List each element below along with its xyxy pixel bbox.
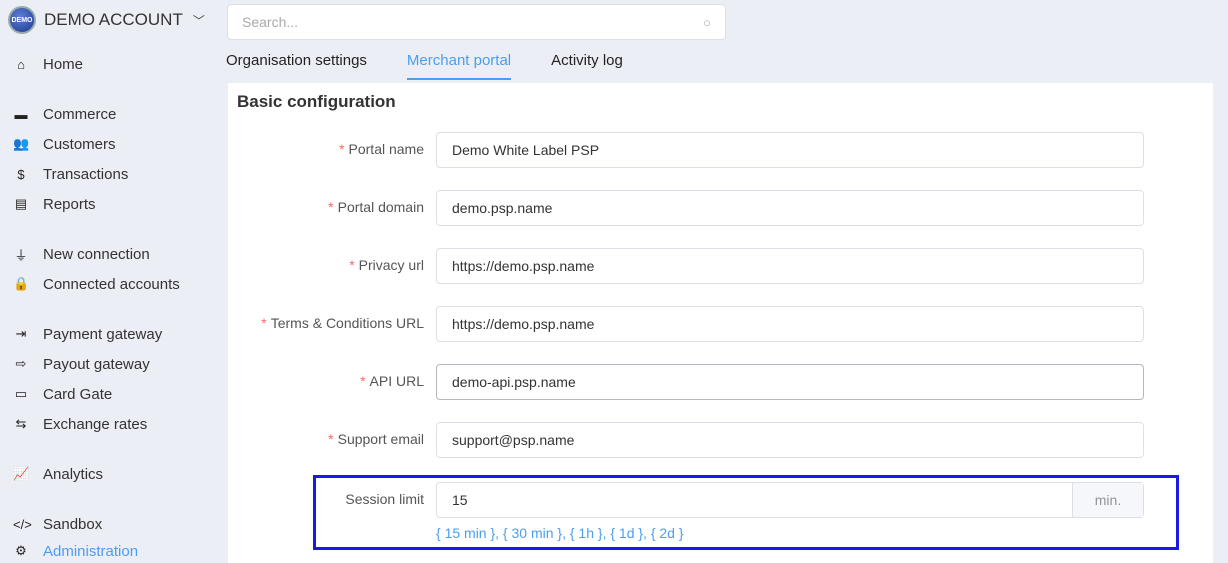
code-icon: </> [13, 516, 32, 532]
sidebar-item-exchange-rates[interactable]: ⇆ Exchange rates [13, 414, 148, 434]
sidebar-item-label: Card Gate [43, 385, 113, 403]
field-label-text: API URL [369, 373, 424, 389]
terms-conditions-url-label: * Terms & Conditions URL [261, 315, 424, 331]
portal-domain-row: * Portal domain demo.psp.name [228, 190, 1213, 226]
account-name: DEMO ACCOUNT [44, 10, 183, 29]
required-marker: * [328, 431, 334, 447]
sidebar-item-label: Payment gateway [43, 325, 163, 343]
section-title: Basic configuration [237, 92, 396, 111]
portal-name-row: * Portal name Demo White Label PSP [228, 132, 1213, 168]
users-icon: 👥 [13, 136, 30, 151]
tab-merchant-portal[interactable]: Merchant portal [406, 52, 512, 80]
sidebar-item-label: Reports [43, 195, 96, 213]
plug-icon: ⏚ [14, 247, 28, 263]
portal-name-label: * Portal name [339, 141, 424, 157]
sidebar-item-new-connection[interactable]: ⏚ New connection [13, 244, 150, 264]
sidebar-item-label: Payout gateway [43, 355, 150, 373]
required-marker: * [360, 373, 366, 389]
sidebar-item-commerce[interactable]: ▬ Commerce [13, 104, 117, 124]
field-label-text: Terms & Conditions URL [270, 315, 424, 331]
sign-in-icon: ⇥ [15, 326, 27, 341]
chevron-down-icon: ﹀ [192, 13, 205, 28]
sidebar-item-payout-gateway[interactable]: ⇨ Payout gateway [13, 354, 150, 374]
sidebar-item-administration[interactable]: ⚙ Administration [13, 541, 138, 561]
api-url-input[interactable]: demo-api.psp.name [436, 364, 1144, 400]
terms-conditions-url-input[interactable]: https://demo.psp.name [436, 306, 1144, 342]
sidebar-item-label: Transactions [43, 165, 129, 183]
chart-line-icon: 📈 [13, 466, 30, 481]
portal-name-input[interactable]: Demo White Label PSP [436, 132, 1144, 168]
field-value: https://demo.psp.name [452, 258, 595, 274]
required-marker: * [261, 315, 267, 331]
support-email-row: * Support email support@psp.name [228, 422, 1213, 458]
search-icon[interactable]: ○ [703, 15, 711, 30]
portal-domain-label: * Portal domain [328, 199, 424, 215]
sidebar-item-analytics[interactable]: 📈 Analytics [13, 464, 103, 484]
gear-icon: ⚙ [15, 543, 27, 558]
sidebar-item-label: Home [43, 55, 84, 73]
required-marker: * [349, 257, 355, 273]
support-email-input[interactable]: support@psp.name [436, 422, 1144, 458]
tab-bar: Organisation settings Merchant portal Ac… [226, 52, 623, 80]
sidebar-item-label: Sandbox [43, 515, 103, 533]
sidebar-item-label: Connected accounts [43, 275, 180, 293]
lock-icon: 🔒 [13, 276, 30, 291]
sidebar-item-label: Administration [43, 542, 139, 560]
session-presets[interactable]: { 15 min }, { 30 min }, { 1h }, { 1d }, … [436, 525, 684, 541]
required-marker: * [339, 141, 345, 157]
sign-out-icon: ⇨ [15, 356, 27, 371]
sidebar-item-sandbox[interactable]: </> Sandbox [13, 514, 102, 534]
portal-domain-input[interactable]: demo.psp.name [436, 190, 1144, 226]
sidebar-item-transactions[interactable]: $ Transactions [13, 164, 128, 184]
sidebar-item-customers[interactable]: 👥 Customers [13, 134, 116, 154]
sidebar-item-connected-accounts[interactable]: 🔒 Connected accounts [13, 274, 180, 294]
terms-conditions-url-row: * Terms & Conditions URL https://demo.psp.… [228, 306, 1213, 342]
sidebar-item-label: Commerce [43, 105, 117, 123]
field-label-text: Privacy url [358, 257, 424, 273]
required-marker: * [328, 199, 334, 215]
sidebar-item-label: Exchange rates [43, 415, 148, 433]
field-value: demo.psp.name [452, 200, 553, 216]
field-value: demo-api.psp.name [452, 374, 576, 390]
field-value: Demo White Label PSP [452, 142, 600, 158]
file-download-icon: ▤ [14, 196, 28, 211]
field-label-text: Portal domain [337, 199, 424, 215]
support-email-label: * Support email [328, 431, 424, 447]
tab-activity-log[interactable]: Activity log [551, 52, 623, 80]
field-value: https://demo.psp.name [452, 316, 595, 332]
sidebar-item-card-gate[interactable]: ▭ Card Gate [13, 384, 112, 404]
field-label-text: Portal name [348, 141, 424, 157]
sidebar-item-payment-gateway[interactable]: ⇥ Payment gateway [13, 324, 163, 344]
tab-organisation-settings[interactable]: Organisation settings [226, 52, 367, 80]
sidebar-item-reports[interactable]: ▤ Reports [13, 194, 96, 214]
store-icon: ▬ [14, 106, 28, 122]
privacy-url-label: * Privacy url [349, 257, 424, 273]
api-url-row: * API URL demo-api.psp.name [228, 364, 1213, 400]
field-value: support@psp.name [452, 432, 575, 448]
search-input[interactable]: Search... ○ [227, 4, 726, 40]
dollar-icon: $ [17, 166, 25, 182]
privacy-url-row: * Privacy url https://demo.psp.name [228, 248, 1213, 284]
field-label-text: Support email [337, 431, 424, 447]
home-icon: ⌂ [17, 56, 25, 72]
search-placeholder: Search... [242, 14, 299, 30]
account-switcher[interactable]: DEMO DEMO ACCOUNT ﹀ [8, 6, 205, 34]
api-url-label: * API URL [360, 373, 424, 389]
sidebar-item-label: Analytics [43, 465, 104, 483]
credit-card-icon: ▭ [14, 386, 28, 401]
privacy-url-input[interactable]: https://demo.psp.name [436, 248, 1144, 284]
sidebar-item-home[interactable]: ⌂ Home [13, 54, 83, 74]
account-logo: DEMO [8, 6, 36, 34]
exchange-icon: ⇆ [15, 416, 27, 431]
sidebar: DEMO DEMO ACCOUNT ﹀ ⌂ Home ▬ Commerce 👥 Custo… [0, 0, 226, 560]
sidebar-item-label: Customers [43, 135, 116, 153]
sidebar-item-label: New connection [43, 245, 150, 263]
